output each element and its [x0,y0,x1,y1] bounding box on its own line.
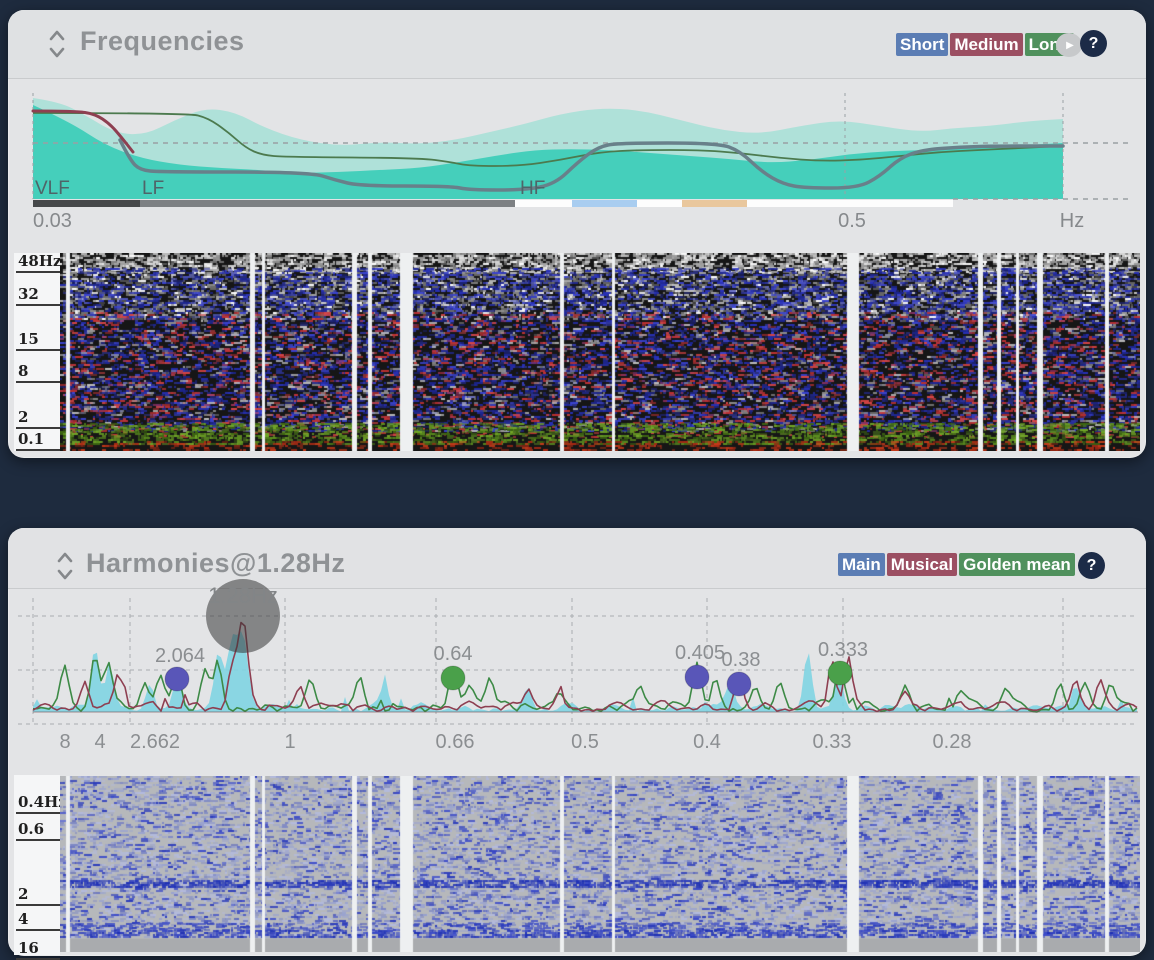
help-button[interactable]: ? [1078,552,1105,579]
x-tick-label: 0.66 [420,731,490,754]
frequency-axis-label: 15 [16,330,60,351]
harmonies-panel: Harmonies@1.28Hz Main Musical Golden mea… [8,528,1146,956]
peak-label: 0.333 [818,639,868,661]
app-screen: Frequencies Short Medium Long ▶ ? VLF LF… [0,0,1154,960]
frequency-axis-label: 2 [16,885,60,906]
frequency-axis-label: 16 [16,939,60,960]
x-tick-label: 1 [255,731,325,754]
legend-short[interactable]: Short [896,33,948,56]
frequency-axis-label: 0.4Hz [16,793,60,814]
x-tick-label: 0.4 [672,731,742,754]
peak-marker[interactable] [685,665,709,689]
frequency-axis-label: 48Hz [16,252,60,273]
frequency-axis-label: 32 [16,285,60,306]
harmonics-spectrum-chart[interactable]: 1.28Hz 2.064 0.64 0.4050.38 0.333 [14,576,1138,742]
peak-marker[interactable] [727,672,751,696]
help-icon: ? [1087,557,1097,575]
x-axis-unit-label: Hz [1042,210,1102,233]
help-icon: ? [1089,35,1099,53]
play-toggle-button[interactable]: ▶ [1056,33,1082,57]
panel-title: Frequencies [80,26,245,57]
frequency-axis-label: 0.6 [16,820,60,841]
collapse-expand-icon[interactable] [48,28,66,60]
frequencies-panel: Frequencies Short Medium Long ▶ ? VLF LF… [8,10,1146,458]
frequencies-spectrogram-axis: 48Hz 32 15 8 20.1 [14,253,60,451]
peak-label: 2.064 [155,645,205,667]
peak-label: 0.405 [675,642,725,664]
x-axis-min-label: 0.03 [33,210,72,233]
peak-label: 1.28Hz [208,583,278,608]
harmonies-spectrogram-axis: 0.4Hz0.62416 [14,775,60,955]
peak-marker[interactable] [828,661,852,685]
frequencies-band-chart[interactable] [14,90,1138,214]
play-icon: ▶ [1066,40,1074,51]
frequency-axis-label: 0.1 [16,430,60,451]
frequency-axis-label: 2 [16,408,60,429]
peak-label: 0.38 [722,649,761,671]
peak-marker[interactable] [165,667,189,691]
legend-musical[interactable]: Musical [887,553,957,576]
frequencies-header: Frequencies Short Medium Long ▶ ? [8,10,1146,79]
x-tick-label: 0.5 [550,731,620,754]
x-tick-label: 0.33 [797,731,867,754]
harmonies-spectrogram[interactable] [60,776,1140,952]
legend-medium[interactable]: Medium [950,33,1022,56]
frequencies-spectrogram[interactable] [60,253,1140,451]
x-tick-label: 2.662 [120,731,190,754]
band-label-hf[interactable]: HF [520,178,545,200]
peak-label: 0.64 [434,643,473,665]
band-label-lf[interactable]: LF [142,178,164,200]
band-label-vlf[interactable]: VLF [35,178,70,200]
frequency-axis-label: 4 [16,910,60,931]
legend-main[interactable]: Main [838,553,885,576]
x-axis-mid-label: 0.5 [822,210,882,233]
legend-golden-mean[interactable]: Golden mean [959,553,1075,576]
panel-title: Harmonies@1.28Hz [86,548,345,579]
peak-marker[interactable] [441,666,465,690]
help-button[interactable]: ? [1080,30,1107,57]
frequencies-legend: Short Medium Long [896,33,1074,56]
x-tick-label: 0.28 [917,731,987,754]
harmonies-legend: Main Musical Golden mean [838,553,1075,576]
frequency-axis-label: 8 [16,362,60,383]
